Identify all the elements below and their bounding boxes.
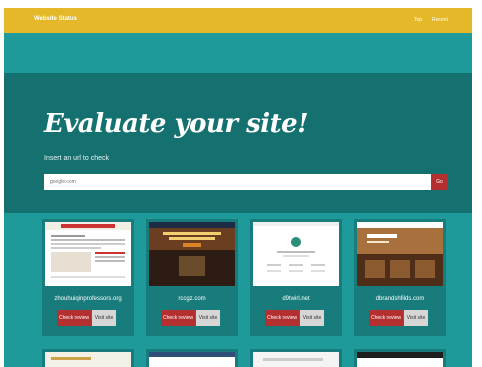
- site-card: [146, 349, 238, 367]
- site-card: rccgz.com Check review Visit site: [146, 219, 238, 336]
- site-domain[interactable]: d9twirl.net: [250, 296, 342, 302]
- website-screenshot-icon[interactable]: [253, 222, 339, 286]
- brand-logo[interactable]: Website Status: [34, 16, 77, 22]
- go-button[interactable]: Go: [431, 174, 448, 190]
- site-card: d9twirl.net Check review Visit site: [250, 219, 342, 336]
- website-screenshot-icon[interactable]: [45, 352, 131, 367]
- url-search-input[interactable]: [44, 174, 431, 190]
- check-review-button[interactable]: Check review: [57, 310, 91, 326]
- website-screenshot-icon[interactable]: [149, 352, 235, 367]
- visit-site-button[interactable]: Visit site: [92, 310, 116, 326]
- check-review-button[interactable]: Check review: [265, 310, 299, 326]
- website-screenshot-icon[interactable]: [45, 222, 131, 286]
- hero-subtitle: Insert an url to check: [44, 155, 109, 162]
- site-domain[interactable]: rccgz.com: [146, 296, 238, 302]
- site-domain[interactable]: dbrandshfilds.com: [354, 296, 446, 302]
- hero-section: Evaluate your site! Insert an url to che…: [4, 73, 472, 213]
- site-card: dbrandshfilds.com Check review Visit sit…: [354, 219, 446, 336]
- website-screenshot-icon[interactable]: [253, 352, 339, 367]
- site-card: [354, 349, 446, 367]
- visit-site-button[interactable]: Visit site: [196, 310, 220, 326]
- visit-site-button[interactable]: Visit site: [404, 310, 428, 326]
- site-card: [250, 349, 342, 367]
- check-review-button[interactable]: Check review: [161, 310, 195, 326]
- check-review-button[interactable]: Check review: [369, 310, 403, 326]
- page: Website Status Top Recent Evaluate your …: [4, 8, 472, 367]
- website-screenshot-icon[interactable]: [357, 222, 443, 286]
- site-card: zhouhuiqinprofessors.org Check review Vi…: [42, 219, 134, 336]
- nav-link-top[interactable]: Top: [414, 17, 422, 23]
- visit-site-button[interactable]: Visit site: [300, 310, 324, 326]
- website-screenshot-icon[interactable]: [149, 222, 235, 286]
- nav-link-recent[interactable]: Recent: [432, 17, 448, 23]
- site-domain[interactable]: zhouhuiqinprofessors.org: [42, 296, 134, 302]
- top-navbar: Website Status Top Recent: [4, 8, 472, 33]
- hero-title: Evaluate your site!: [44, 109, 309, 139]
- website-screenshot-icon[interactable]: [357, 352, 443, 367]
- site-card: [42, 349, 134, 367]
